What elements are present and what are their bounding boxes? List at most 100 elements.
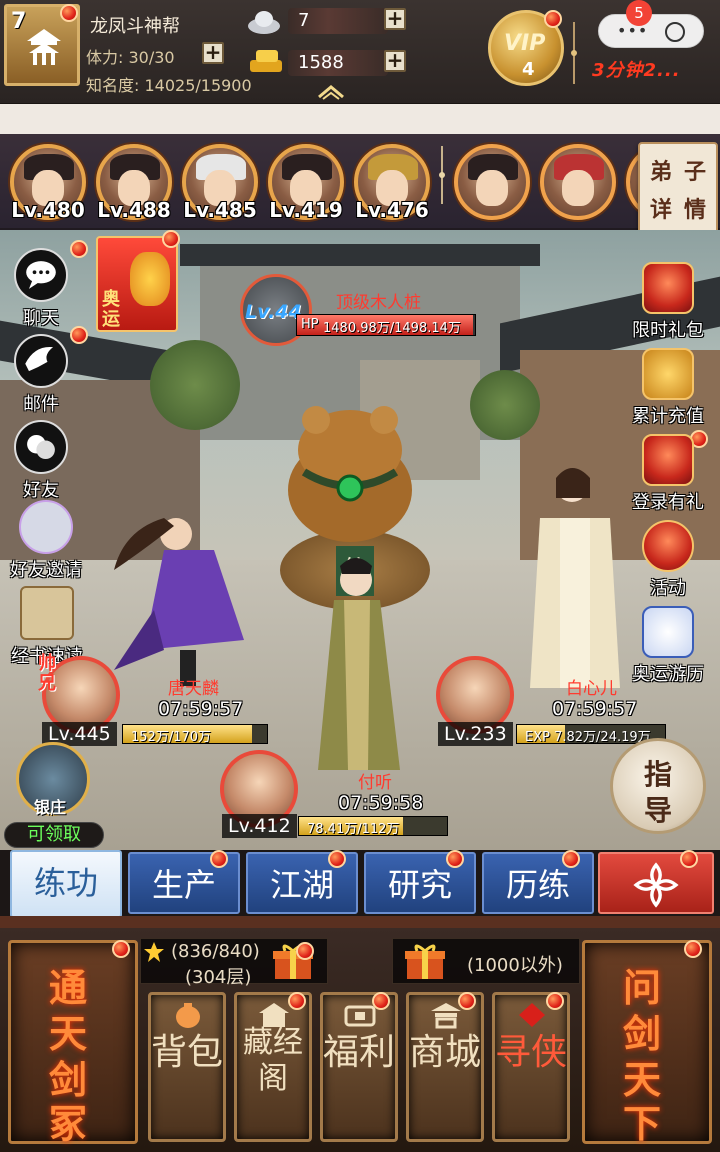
add-silver-button[interactable]: +	[384, 8, 406, 30]
tomb-dot	[112, 940, 130, 958]
shop-label: 商城	[409, 1032, 482, 1073]
bank-claim-label: 可领取	[4, 822, 104, 848]
bottom-panel: 通 天 剑 冢 问 剑 天 下 (836/840) (304层) (1000以外…	[0, 928, 720, 1152]
invite-icon	[19, 500, 73, 554]
olympic-travel-icon	[642, 606, 694, 658]
olympic-badge-text: 奥运	[102, 289, 120, 330]
seek-hero-button[interactable]: 寻侠	[492, 992, 570, 1142]
recharge-icon	[642, 348, 694, 400]
disciple-portrait[interactable]	[540, 144, 616, 220]
unit-name: 唐天麟	[168, 679, 219, 699]
tab-dot	[328, 850, 346, 868]
guide-char: 指	[644, 758, 673, 791]
unit-level: Lv.412	[222, 814, 297, 838]
unit-timer: 07:59:57	[552, 698, 638, 720]
tab-underline	[0, 916, 720, 928]
add-gold-button[interactable]: +	[384, 50, 406, 72]
big-char: 下	[623, 1101, 662, 1146]
top-status-bar: 7 龙凤斗神帮 体力: 30/30 + 知名度: 14025/15900 7 +…	[0, 0, 720, 104]
welfare-dot	[372, 992, 390, 1010]
tab-dot	[210, 850, 228, 868]
tab-practice[interactable]: 练功	[10, 850, 122, 918]
gift-box-icon[interactable]	[403, 941, 447, 981]
player-name: 龙凤斗神帮	[90, 16, 180, 37]
seek-hero-label: 寻侠	[495, 1032, 568, 1073]
activity-icon	[642, 520, 694, 572]
shop-dot	[458, 992, 476, 1010]
welfare-icon	[344, 1005, 376, 1027]
gift-dot	[296, 942, 314, 960]
ranking-bar: (1000以外)	[392, 938, 580, 984]
mini-program-capsule[interactable]: •••	[598, 14, 704, 48]
welfare-label: 福利	[323, 1032, 396, 1073]
unit-level: Lv.233	[438, 722, 513, 746]
avatar-notification-dot	[60, 4, 78, 22]
book-icon	[20, 586, 74, 640]
library-label: 藏经阁	[243, 1025, 303, 1096]
detail-char: 详	[650, 197, 673, 223]
library-dot	[288, 992, 306, 1010]
disciple-level: Lv.419	[269, 198, 343, 222]
chat-icon	[14, 248, 68, 302]
chevron-up-icon[interactable]	[316, 82, 346, 100]
silver-amount: 7	[298, 10, 310, 31]
boss-hp-text: 1480.98万/1498.14万	[323, 321, 461, 336]
disciple-strip: Lv.480 Lv.488 Lv.485 Lv.419 Lv.476	[0, 134, 720, 230]
bank-button[interactable]: 银庄 可领取	[4, 742, 108, 850]
recharge-button[interactable]: 累计充值	[620, 348, 716, 428]
green-robed-figure	[318, 558, 400, 770]
ask-sword-world-button[interactable]: 问 剑 天 下	[582, 940, 712, 1146]
dragon-mascot-icon	[130, 252, 170, 306]
boss-name: 顶级木人桩	[336, 293, 421, 313]
shop-icon	[431, 1003, 461, 1029]
star-icon	[144, 942, 164, 962]
invite-label: 好友邀请	[10, 560, 82, 581]
unit-exp-bar: 78.41万/112万	[298, 816, 448, 837]
gold-ingot-icon	[250, 50, 282, 72]
tomb-progress: (836/840)	[171, 941, 260, 962]
welfare-button[interactable]: 福利	[320, 992, 398, 1142]
unit-exp-text: 152万/170万	[131, 730, 212, 745]
friends-label: 好友	[23, 480, 59, 501]
fame-text: 知名度: 14025/15900	[86, 76, 252, 95]
seek-hero-dot	[546, 992, 564, 1010]
activity-button[interactable]: 活动	[620, 520, 716, 600]
bag-button[interactable]: 背包	[148, 992, 226, 1142]
add-stamina-button[interactable]: +	[202, 42, 224, 64]
library-button[interactable]: 藏经阁	[234, 992, 312, 1142]
close-ring-icon[interactable]	[665, 22, 685, 42]
friends-icon	[14, 420, 68, 474]
training-scene: 聊天 邮件 好友 好友邀请 经书速读 奥运 限时礼包 累计充值 登录有礼 活动 …	[0, 230, 720, 850]
seek-hero-icon	[519, 1003, 545, 1027]
invite-friends-button[interactable]: 好友邀请	[0, 500, 92, 582]
boss-level: Lv.44	[245, 301, 302, 323]
guide-button[interactable]: 指 导	[610, 738, 706, 834]
tree	[150, 340, 240, 430]
limited-gift-label: 限时礼包	[632, 320, 704, 341]
bag-icon	[176, 1003, 200, 1028]
sect-house-icon	[27, 29, 61, 65]
login-gift-button[interactable]: 登录有礼	[620, 434, 716, 514]
friends-button[interactable]: 好友	[6, 420, 76, 502]
gold-amount: 1588	[298, 52, 344, 73]
tongtian-sword-tomb-button[interactable]: 通 天 剑 冢	[8, 940, 138, 1146]
limited-gift-button[interactable]: 限时礼包	[620, 262, 716, 342]
disciple-detail-button[interactable]: 弟 子 详 情	[638, 142, 718, 236]
gift-pack-icon	[642, 262, 694, 314]
chat-button[interactable]: 聊天	[6, 248, 76, 330]
unit-timer: 07:59:58	[338, 792, 424, 814]
chat-notification-dot	[70, 240, 88, 258]
boss-hp-label: HP	[301, 317, 319, 332]
vip-level: 4	[522, 59, 535, 80]
flower-ornament-icon	[633, 862, 679, 908]
vip-notification-dot	[544, 10, 562, 28]
disciple-portrait[interactable]	[454, 144, 530, 220]
event-logo-text: 3分钟2...	[592, 60, 681, 81]
shop-button[interactable]: 商城	[406, 992, 484, 1142]
gate-roof	[180, 244, 540, 266]
boss-target[interactable]: Lv.44 顶级木人桩 HP 1480.98万/1498.14万	[240, 274, 480, 354]
olympic-event-badge[interactable]: 奥运	[96, 236, 178, 332]
mail-button[interactable]: 邮件	[6, 334, 76, 416]
olympic-travel-button[interactable]: 奥运游历	[620, 606, 716, 686]
tab-dot	[446, 850, 464, 868]
